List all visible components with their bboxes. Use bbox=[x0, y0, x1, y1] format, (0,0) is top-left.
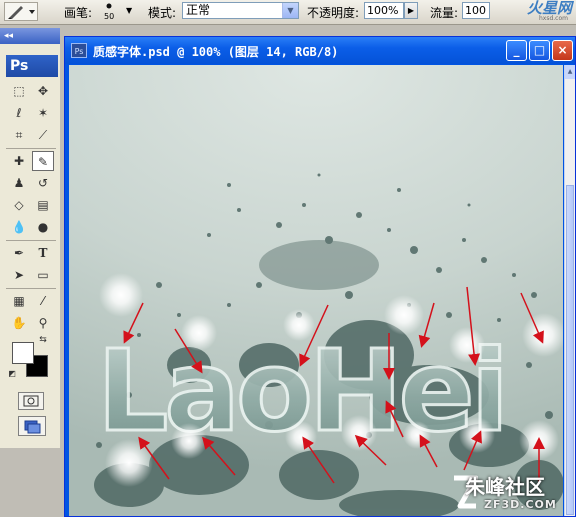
zf3d-watermark: 朱峰社区 bbox=[465, 475, 545, 499]
magic-wand-tool-icon[interactable]: ✶ bbox=[32, 103, 54, 123]
clone-stamp-tool-icon[interactable]: ♟ bbox=[8, 173, 30, 193]
document-title-bar[interactable]: Ps 质感字体.psd @ 100% (图层 14, RGB/8) _ □ × bbox=[65, 37, 575, 64]
image-canvas[interactable]: LaoHei bbox=[69, 65, 563, 516]
scrollbar-thumb[interactable] bbox=[566, 185, 574, 515]
flow-label: 流量: bbox=[430, 6, 459, 20]
lasso-tool-icon[interactable]: ℓ bbox=[8, 103, 30, 123]
psd-file-icon: Ps bbox=[71, 43, 87, 58]
move-tool-icon[interactable]: ✥ bbox=[32, 81, 54, 101]
mode-select[interactable]: 正常 ▼ bbox=[182, 2, 299, 19]
shape-tool-icon[interactable]: ▭ bbox=[32, 265, 54, 285]
options-bar: 画笔: 50 ▼ 模式: 正常 ▼ 不透明度: 100% ▶ 流量: 100 火… bbox=[0, 0, 576, 25]
vertical-scrollbar[interactable]: ▲ bbox=[564, 65, 575, 516]
minimize-button[interactable]: _ bbox=[506, 40, 527, 61]
mode-value: 正常 bbox=[186, 3, 211, 17]
opacity-slider-arrow-icon[interactable]: ▶ bbox=[404, 2, 418, 19]
hxsd-logo-url: hxsd.com bbox=[538, 15, 568, 22]
history-brush-tool-icon[interactable]: ↺ bbox=[32, 173, 54, 193]
crop-tool-icon[interactable]: ⌗ bbox=[8, 125, 30, 145]
maximize-button[interactable]: □ bbox=[529, 40, 550, 61]
toolbox-divider bbox=[6, 148, 56, 149]
default-colors-icon[interactable]: ◩ bbox=[6, 368, 18, 380]
quick-mask-button[interactable] bbox=[18, 392, 44, 410]
zoom-tool-icon[interactable]: ⚲ bbox=[32, 313, 54, 333]
brush-size: 50 bbox=[104, 12, 115, 21]
ps-logo[interactable]: Ps bbox=[6, 55, 58, 77]
mode-label: 模式: bbox=[148, 6, 177, 20]
flow-value: 100 bbox=[465, 4, 486, 17]
dodge-tool-icon[interactable]: ● bbox=[32, 217, 54, 237]
hand-tool-icon[interactable]: ✋ bbox=[8, 313, 30, 333]
notes-tool-icon[interactable]: ▦ bbox=[8, 291, 30, 311]
slice-tool-icon[interactable]: ⟋ bbox=[32, 125, 54, 145]
opacity-field[interactable]: 100% bbox=[364, 2, 404, 19]
mode-select-arrow-icon[interactable]: ▼ bbox=[282, 3, 298, 18]
quick-mask-icon bbox=[23, 395, 39, 407]
scroll-up-icon[interactable]: ▲ bbox=[565, 65, 575, 79]
screen-mode-button[interactable] bbox=[18, 416, 46, 436]
marquee-tool-icon[interactable]: ⬚ bbox=[8, 81, 30, 101]
brush-dropdown-arrow-icon[interactable]: ▼ bbox=[126, 6, 132, 15]
eyedropper-tool-icon[interactable]: ⁄ bbox=[32, 291, 54, 311]
opacity-value: 100% bbox=[367, 4, 399, 17]
hxsd-logo: 火星网 bbox=[526, 0, 572, 17]
brush-tool-preset-icon[interactable] bbox=[4, 2, 38, 21]
gradient-tool-icon[interactable]: ▤ bbox=[32, 195, 54, 215]
path-selection-tool-icon[interactable]: ➤ bbox=[8, 265, 30, 285]
toolbox-divider bbox=[6, 240, 56, 241]
opacity-label: 不透明度: bbox=[307, 6, 360, 20]
eraser-tool-icon[interactable]: ◇ bbox=[8, 195, 30, 215]
flow-field[interactable]: 100 bbox=[462, 2, 490, 19]
artwork-illustration: LaoHei bbox=[94, 173, 563, 516]
zf3d-watermark-url: ZF3D.COM bbox=[484, 498, 557, 511]
pen-tool-icon[interactable]: ✒ bbox=[8, 243, 30, 263]
toolbox-collapse-icon[interactable]: ◂◂ bbox=[0, 28, 60, 44]
type-tool-icon[interactable]: T bbox=[32, 243, 54, 263]
blur-tool-icon[interactable]: 💧 bbox=[8, 217, 30, 237]
document-title: 质感字体.psd @ 100% (图层 14, RGB/8) bbox=[93, 45, 339, 59]
brush-tool-icon[interactable]: ✎ bbox=[32, 151, 54, 171]
toolbox-panel: ◂◂ Ps ⬚ ✥ ℓ ✶ ⌗ ⟋ ✚ ✎ ♟ ↺ ◇ ▤ 💧 ● ✒ T ➤ … bbox=[0, 28, 60, 448]
brush-label: 画笔: bbox=[64, 6, 93, 20]
swap-colors-icon[interactable]: ⇆ bbox=[36, 334, 50, 346]
healing-brush-tool-icon[interactable]: ✚ bbox=[8, 151, 30, 171]
document-window: Ps 质感字体.psd @ 100% (图层 14, RGB/8) _ □ × bbox=[64, 36, 576, 517]
toolbox-divider bbox=[6, 288, 56, 289]
screen-mode-icon bbox=[24, 420, 41, 434]
foreground-color-swatch[interactable] bbox=[12, 342, 34, 364]
close-button[interactable]: × bbox=[552, 40, 573, 61]
